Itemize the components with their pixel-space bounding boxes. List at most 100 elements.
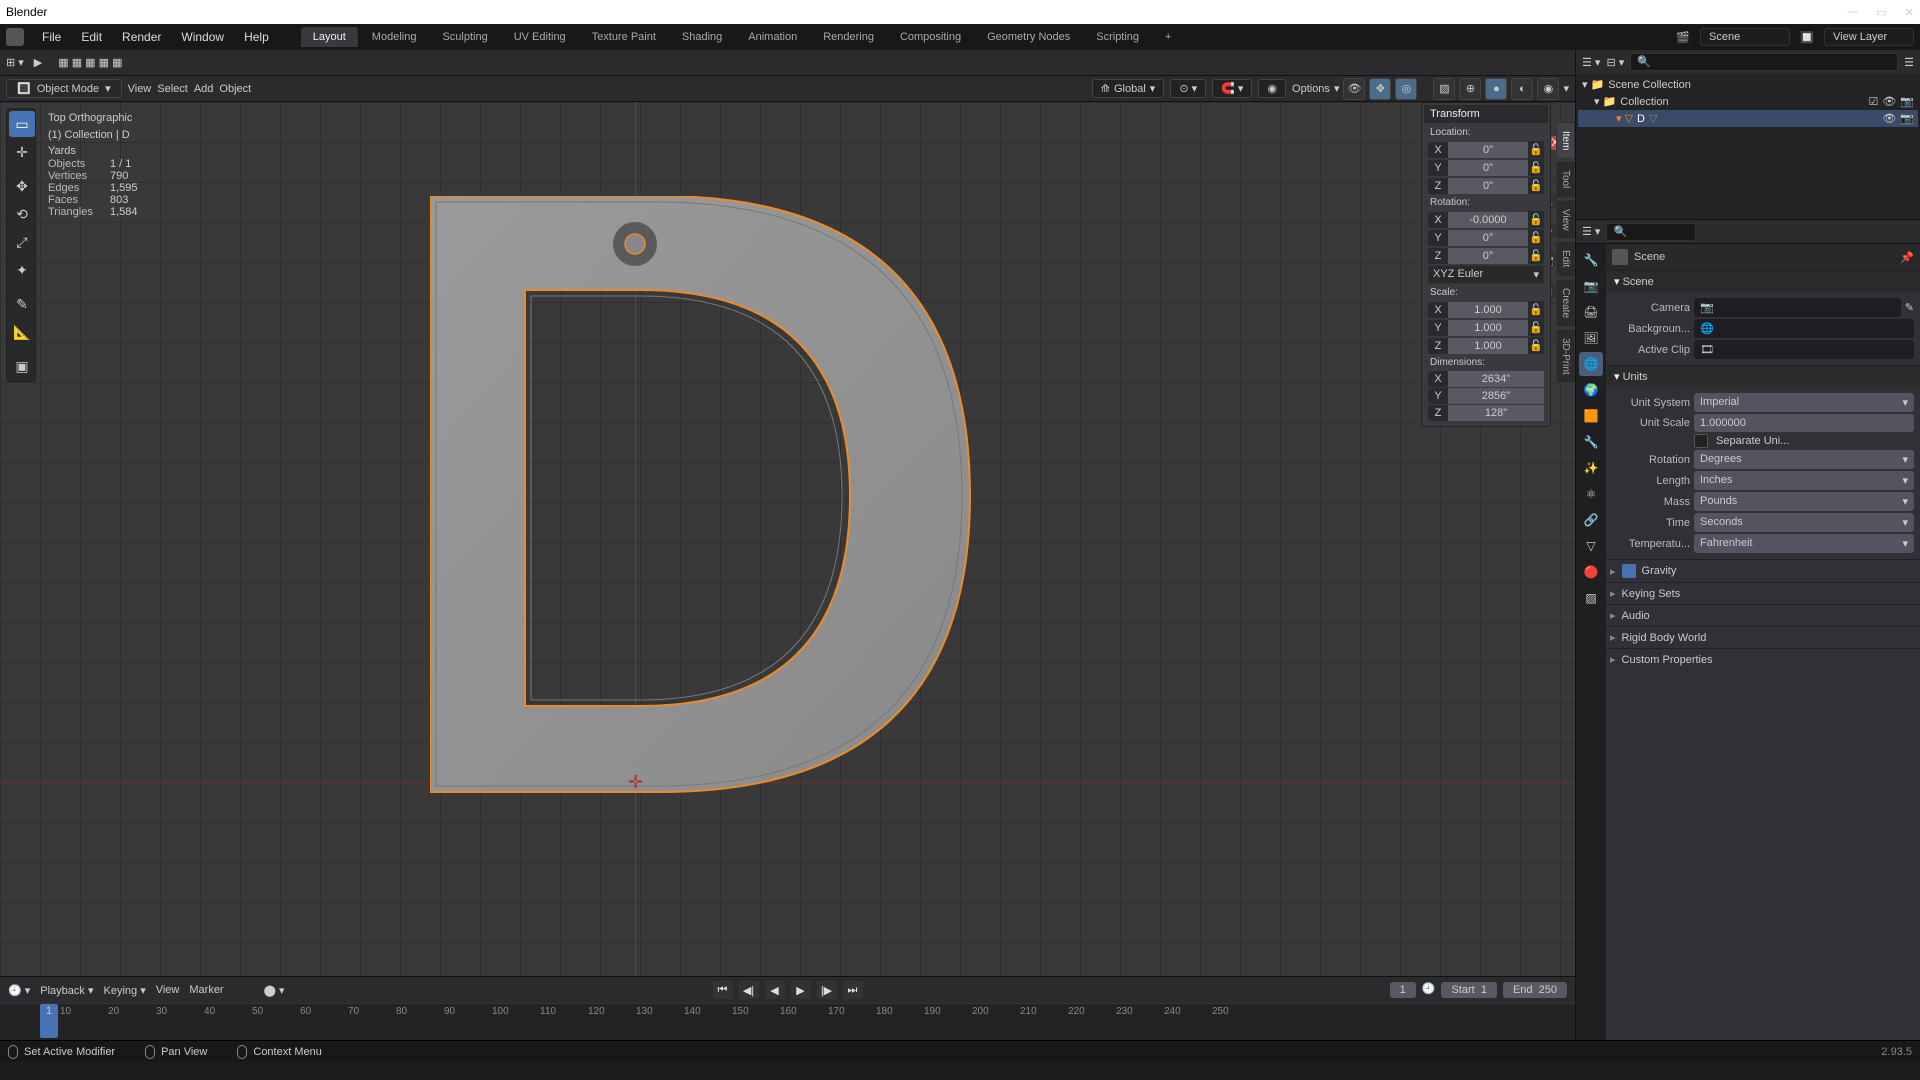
editor-type-icon[interactable]: ⊞ ▾ (6, 56, 24, 69)
keying-header[interactable]: Keying Sets (1606, 583, 1920, 604)
minimize-button[interactable]: — (1847, 6, 1858, 19)
rot-unit[interactable]: Degrees▾ (1694, 450, 1914, 469)
gravity-header[interactable]: Gravity (1606, 560, 1920, 582)
marker-menu[interactable]: Marker (189, 984, 223, 996)
propedit-toggle[interactable]: ◉ (1258, 79, 1286, 98)
rotmode-dropdown[interactable]: XYZ Euler▾ (1428, 265, 1544, 284)
tab-sculpting[interactable]: Sculpting (430, 27, 499, 47)
scene-collection-row[interactable]: ▾ 📁Scene Collection (1578, 76, 1918, 93)
selmode-icons[interactable]: ▦ ▦ ▦ ▦ ▦ (58, 56, 122, 69)
pt-object[interactable]: 🟧 (1579, 404, 1603, 428)
timeline-track[interactable]: 1020304050607080901001101201301401501601… (0, 1003, 1575, 1040)
end-frame[interactable]: End 250 (1503, 982, 1567, 998)
lock-icon[interactable]: 🔓 (1528, 301, 1544, 318)
pt-data[interactable]: ▽ (1579, 534, 1603, 558)
tab-geonodes[interactable]: Geometry Nodes (975, 27, 1082, 47)
rot-z[interactable]: 0° (1448, 248, 1528, 264)
pt-material[interactable]: 🔴 (1579, 560, 1603, 584)
rot-y[interactable]: 0° (1448, 230, 1528, 246)
object-row[interactable]: ▾ ▽D▽👁📷 (1578, 110, 1918, 127)
stab-3dprint[interactable]: 3D-Print (1556, 329, 1575, 384)
eye-icon[interactable]: 👁 (1882, 112, 1896, 125)
object-menu[interactable]: Object (219, 83, 251, 95)
mode-dropdown[interactable]: 🔳 Object Mode ▾ (6, 79, 122, 98)
stab-view[interactable]: View (1556, 200, 1575, 240)
stab-edit[interactable]: Edit (1556, 241, 1575, 276)
menu-help[interactable]: Help (236, 30, 277, 44)
scl-x[interactable]: 1.000 (1448, 302, 1528, 318)
unit-scale[interactable]: 1.000000 (1694, 414, 1914, 432)
panel-units-header[interactable]: ▾ Units (1606, 366, 1920, 387)
scl-y[interactable]: 1.000 (1448, 320, 1528, 336)
camera-icon[interactable]: 📷 (1900, 112, 1914, 125)
tool-rotate[interactable]: ⟲ (9, 201, 35, 227)
tab-scripting[interactable]: Scripting (1084, 27, 1151, 47)
play-rev-button[interactable]: ◀ (765, 981, 785, 999)
tab-modeling[interactable]: Modeling (360, 27, 429, 47)
shading-wireframe-icon[interactable]: ⊕ (1459, 78, 1481, 100)
filter-btn-icon[interactable]: ☰ (1904, 56, 1914, 69)
jump-end-button[interactable]: ⏭ (843, 981, 863, 999)
menu-render[interactable]: Render (114, 30, 169, 44)
stab-item[interactable]: Item (1556, 122, 1575, 159)
lock-icon[interactable]: 🔓 (1528, 141, 1544, 158)
blender-logo-icon[interactable] (6, 28, 24, 46)
clip-field[interactable]: 🎞 (1694, 340, 1914, 359)
shading-rendered-icon[interactable]: ◉ (1537, 78, 1559, 100)
menu-window[interactable]: Window (173, 30, 232, 44)
overlays-icon[interactable]: ◎ (1395, 78, 1417, 100)
tool-scale[interactable]: ⤢ (9, 229, 35, 255)
tab-shading[interactable]: Shading (670, 27, 734, 47)
mass-unit[interactable]: Pounds▾ (1694, 492, 1914, 511)
tool-move[interactable]: ✥ (9, 173, 35, 199)
tool-measure[interactable]: 📐 (9, 319, 35, 345)
outliner-type-icon[interactable]: ☰ ▾ (1582, 56, 1600, 69)
playback-menu[interactable]: Playback ▾ (40, 984, 93, 997)
tab-uv[interactable]: UV Editing (502, 27, 578, 47)
lock-icon[interactable]: 🔓 (1528, 337, 1544, 354)
lock-icon[interactable]: 🔓 (1528, 229, 1544, 246)
pt-world[interactable]: 🌍 (1579, 378, 1603, 402)
pt-scene[interactable]: 🌐 (1579, 352, 1603, 376)
xray-icon[interactable]: ▧ (1433, 78, 1455, 100)
viewlayer-field[interactable]: View Layer (1824, 28, 1914, 46)
npanel-title[interactable]: Transform (1424, 105, 1548, 123)
pt-constraint[interactable]: 🔗 (1579, 508, 1603, 532)
scene-field[interactable]: Scene (1700, 28, 1790, 46)
shading-matprev-icon[interactable]: ◐ (1511, 78, 1533, 100)
keyframe-next-button[interactable]: |▶ (817, 981, 837, 999)
unit-system[interactable]: Imperial▾ (1694, 393, 1914, 412)
range-icon[interactable]: 🕘 (1422, 982, 1436, 998)
len-unit[interactable]: Inches▾ (1694, 471, 1914, 490)
stab-tool[interactable]: Tool (1556, 161, 1575, 197)
lock-icon[interactable]: 🔓 (1528, 319, 1544, 336)
orientation-dropdown[interactable]: ⟰Global▾ (1092, 79, 1165, 98)
tab-layout[interactable]: Layout (301, 27, 358, 47)
checkbox-icon[interactable]: ☑ (1868, 95, 1878, 108)
panel-scene-header[interactable]: ▾ Scene (1606, 271, 1920, 292)
pt-particle[interactable]: ✨ (1579, 456, 1603, 480)
filter-icon[interactable]: ⊟ ▾ (1606, 56, 1624, 69)
mesh-letter-d[interactable] (430, 196, 990, 796)
bg-field[interactable]: 🌐 (1694, 319, 1914, 338)
viewlayer-icon[interactable]: 🔲 (1798, 28, 1816, 46)
tool-select[interactable]: ▭ (9, 111, 35, 137)
menu-edit[interactable]: Edit (73, 30, 110, 44)
eye-icon[interactable]: 👁 (1882, 95, 1896, 108)
vertex-icon[interactable]: ▶ (34, 56, 42, 69)
gizmos-icon[interactable]: ✥ (1369, 78, 1391, 100)
custom-header[interactable]: Custom Properties (1606, 649, 1920, 670)
stab-create[interactable]: Create (1556, 279, 1575, 327)
tab-add[interactable]: + (1153, 27, 1183, 47)
shading-options-chevron[interactable]: ▾ (1563, 82, 1569, 95)
time-unit[interactable]: Seconds▾ (1694, 513, 1914, 532)
tool-transform[interactable]: ✦ (9, 257, 35, 283)
add-menu[interactable]: Add (194, 83, 214, 95)
lock-icon[interactable]: 🔓 (1528, 247, 1544, 264)
lock-icon[interactable]: 🔓 (1528, 159, 1544, 176)
pt-viewlayer[interactable]: 🖼 (1579, 326, 1603, 350)
menu-file[interactable]: File (34, 30, 69, 44)
shading-solid-icon[interactable]: ● (1485, 78, 1507, 100)
keying-menu[interactable]: Keying ▾ (104, 984, 146, 997)
separate-chk[interactable] (1694, 434, 1708, 448)
